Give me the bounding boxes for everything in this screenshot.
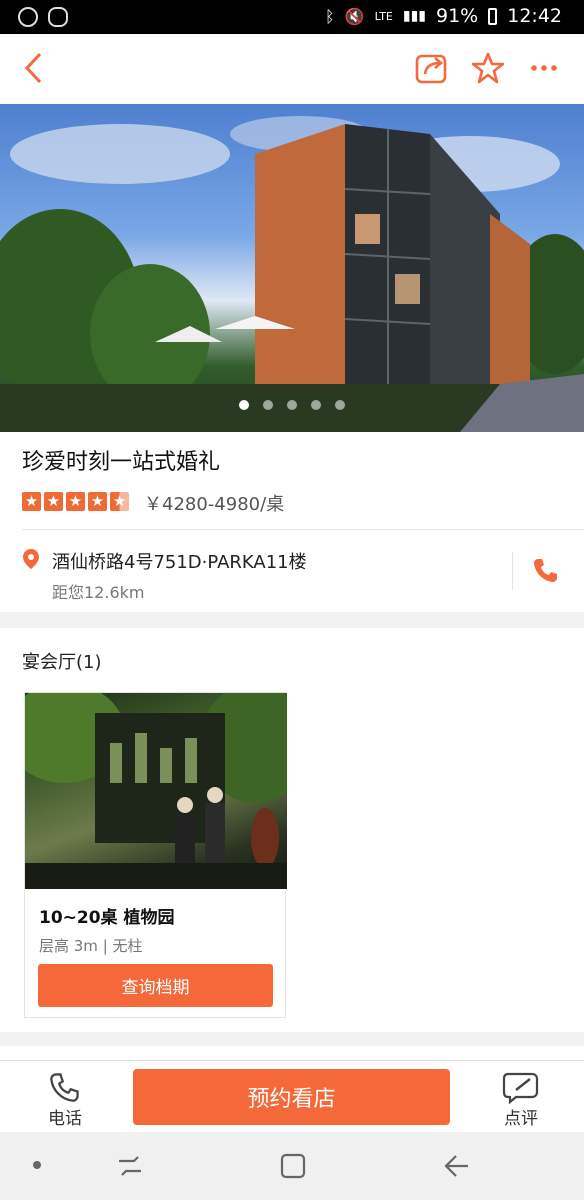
rating-stars: ★ ★ ★ ★ ★ [22, 492, 129, 511]
system-nav-bar [0, 1132, 584, 1200]
halls-section-title: 宴会厅(1) [22, 652, 102, 673]
section-gap [0, 612, 584, 628]
nav-back-icon[interactable] [442, 1152, 470, 1180]
hall-meta: 层高 3m | 无柱 [39, 937, 143, 955]
star-icon: ★ [22, 492, 41, 511]
bottom-action-bar: 电话 预约看店 点评 [0, 1060, 584, 1133]
favorite-button[interactable] [468, 48, 508, 88]
divider [22, 529, 584, 530]
section-gap [0, 1032, 584, 1046]
recents-icon[interactable] [116, 1152, 144, 1180]
review-edit-icon [502, 1072, 539, 1104]
gallery-dot[interactable] [311, 400, 321, 410]
star-icon: ★ [44, 492, 63, 511]
battery-icon [488, 7, 498, 25]
hall-card[interactable]: 10~20桌 植物园 层高 3m | 无柱 查询档期 [24, 692, 287, 1018]
share-icon [415, 54, 447, 84]
back-icon [24, 52, 42, 84]
top-nav-bar [0, 34, 584, 104]
more-icon [531, 65, 557, 71]
half-star-icon: ★ [110, 492, 129, 511]
gallery-dot[interactable] [287, 400, 297, 410]
status-left-icons [18, 7, 68, 27]
nav-dot-icon[interactable] [33, 1161, 41, 1169]
price-range: ￥4280-4980/桌 [144, 494, 285, 515]
reserve-visit-button[interactable]: 预约看店 [133, 1069, 450, 1125]
venue-building-image [0, 116, 584, 432]
star-outline-icon [471, 52, 505, 84]
profile-icon [18, 7, 38, 27]
check-schedule-button[interactable]: 查询档期 [38, 964, 273, 1007]
more-button[interactable] [524, 48, 564, 88]
vertical-divider [512, 552, 513, 590]
star-icon: ★ [88, 492, 107, 511]
gallery-dot[interactable] [239, 400, 249, 410]
venue-address[interactable]: 酒仙桥路4号751D·PARKA11楼 [52, 548, 307, 574]
mute-icon: 🔇 [344, 6, 365, 26]
hall-photo [25, 693, 287, 889]
location-pin-icon [22, 548, 40, 574]
hall-name: 10~20桌 植物园 [39, 908, 175, 928]
venue-name: 珍爱时刻一站式婚礼 [22, 450, 221, 475]
gallery-dot[interactable] [335, 400, 345, 410]
phone-icon [534, 559, 557, 582]
network-label: LTE [374, 9, 393, 23]
status-right: ᛒ 🔇 LTE ▮▮▮ 91% 12:42 [325, 5, 562, 27]
review-action-label: 点评 [504, 1109, 538, 1129]
phone-icon [50, 1073, 79, 1102]
star-icon: ★ [66, 492, 85, 511]
clock: 12:42 [507, 5, 562, 27]
home-icon[interactable] [280, 1152, 306, 1180]
gallery-indicator [0, 400, 584, 420]
signal-icon: ▮▮▮ [402, 8, 426, 24]
review-action[interactable]: 点评 [486, 1065, 556, 1129]
phone-action-label: 电话 [48, 1109, 82, 1129]
talk-icon [48, 7, 68, 27]
phone-action[interactable]: 电话 [30, 1065, 100, 1129]
share-button[interactable] [412, 48, 452, 88]
bluetooth-icon: ᛒ [325, 6, 335, 26]
back-button[interactable] [14, 48, 54, 88]
call-button[interactable] [532, 556, 560, 588]
gallery-dot[interactable] [263, 400, 273, 410]
battery-level: 91% [436, 5, 479, 27]
venue-photo[interactable] [0, 104, 584, 432]
status-bar: ᛒ 🔇 LTE ▮▮▮ 91% 12:42 [0, 0, 584, 34]
venue-distance: 距您12.6km [52, 583, 145, 602]
